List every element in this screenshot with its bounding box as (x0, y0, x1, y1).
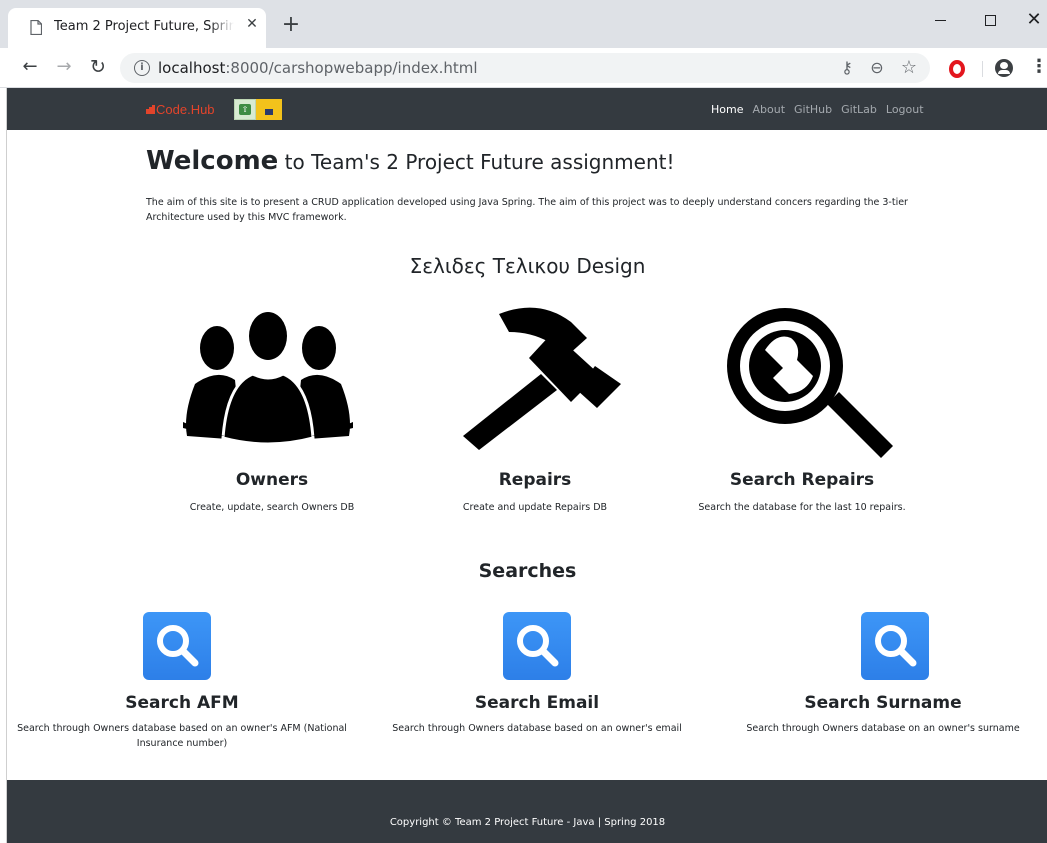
browser-menu-icon[interactable]: ⋮ (1030, 58, 1047, 78)
minimize-button[interactable] (918, 6, 962, 36)
nav-home[interactable]: Home (711, 103, 743, 116)
intro-paragraph: The aim of this site is to present a CRU… (146, 197, 908, 223)
search-email-card[interactable]: Search Email Search through Owners datab… (362, 608, 712, 758)
site-navbar: Code.Hub ⇧ Home About GitHub GitLab Logo… (7, 88, 1047, 130)
forward-arrow-icon[interactable]: → (52, 56, 76, 80)
search-wrench-icon (727, 308, 893, 458)
search-repairs-text: Search the database for the last 10 repa… (698, 502, 906, 513)
search-icon (503, 612, 571, 680)
hammer-icon (463, 307, 621, 450)
zoom-out-icon[interactable]: ⊖ (866, 57, 888, 79)
owners-title: Owners (235, 470, 309, 490)
repairs-card[interactable]: Repairs Create and update Repairs DB (405, 307, 665, 520)
nav-about[interactable]: About (752, 103, 785, 116)
tab-title: Team 2 Project Future, Spring MVC (54, 19, 234, 34)
codehub-logo-icon (146, 104, 155, 114)
info-icon[interactable]: i (134, 60, 150, 76)
users-group-icon (183, 310, 353, 445)
search-email-text: Search through Owners database based on … (392, 723, 682, 734)
maximize-button[interactable] (968, 6, 1012, 36)
nav-links: Home About GitHub GitLab Logout (711, 103, 933, 116)
search-afm-text: Search through Owners database based on … (17, 723, 347, 749)
owners-card[interactable]: Owners Create, update, search Owners DB (137, 310, 407, 520)
brand-logo[interactable]: Code.Hub (146, 99, 215, 119)
page-title: Welcome to Team's 2 Project Future assig… (146, 146, 675, 176)
nav-gitlab[interactable]: GitLab (841, 103, 877, 116)
search-surname-text: Search through Owners database on an own… (746, 723, 1020, 734)
new-tab-button[interactable]: + (279, 14, 303, 38)
searches-section-title: Searches (478, 560, 577, 582)
search-email-title: Search Email (474, 693, 600, 713)
nav-logout[interactable]: Logout (886, 103, 924, 116)
brand-name: Code.Hub (156, 101, 215, 117)
repairs-text: Create and update Repairs DB (462, 502, 608, 513)
reload-icon[interactable]: ↻ (86, 56, 110, 80)
profile-icon[interactable] (995, 59, 1013, 77)
tab-close-icon[interactable]: ✕ (244, 16, 260, 34)
toolbar-divider (982, 61, 983, 77)
search-afm-card[interactable]: Search AFM Search through Owners databas… (7, 608, 357, 758)
design-section-title: Σελιδες Τελικου Design (409, 254, 646, 278)
key-icon[interactable]: ⚷ (836, 57, 858, 79)
nav-github[interactable]: GitHub (794, 103, 832, 116)
welcome-heading: Welcome (146, 146, 279, 176)
search-surname-card[interactable]: Search Surname Search through Owners dat… (718, 608, 1047, 758)
bookmark-star-icon[interactable]: ☆ (898, 57, 920, 79)
back-arrow-icon[interactable]: ← (18, 56, 42, 80)
partner-logos: ⇧ (234, 99, 282, 120)
search-icon (861, 612, 929, 680)
copyright-text: Copyright © Team 2 Project Future - Java… (389, 817, 666, 828)
repairs-title: Repairs (498, 470, 572, 490)
search-icon (143, 612, 211, 680)
browser-toolbar: ← → ↻ i localhost:8000/carshopwebapp/ind… (0, 48, 1047, 88)
address-bar[interactable]: i localhost:8000/carshopwebapp/index.htm… (120, 53, 930, 83)
opera-extension-icon[interactable] (949, 60, 965, 78)
owners-text: Create, update, search Owners DB (189, 502, 355, 513)
web-page: Code.Hub ⇧ Home About GitHub GitLab Logo… (6, 88, 1047, 843)
browser-tabstrip: Team 2 Project Future, Spring MVC ✕ + ✕ (0, 0, 1047, 48)
search-surname-title: Search Surname (804, 693, 962, 713)
page-icon (30, 20, 42, 35)
partner-logo-green: ⇧ (234, 99, 256, 120)
search-repairs-card[interactable]: Search Repairs Search the database for t… (667, 308, 937, 520)
browser-tab[interactable]: Team 2 Project Future, Spring MVC ✕ (8, 8, 266, 48)
url-text: localhost:8000/carshopwebapp/index.html (158, 59, 478, 77)
search-repairs-title: Search Repairs (729, 470, 875, 490)
partner-logo-yellow (256, 99, 282, 120)
site-footer: Copyright © Team 2 Project Future - Java… (7, 780, 1047, 843)
welcome-subheading: to Team's 2 Project Future assignment! (278, 150, 675, 174)
search-afm-title: Search AFM (125, 693, 239, 713)
close-window-button[interactable]: ✕ (1012, 6, 1047, 36)
